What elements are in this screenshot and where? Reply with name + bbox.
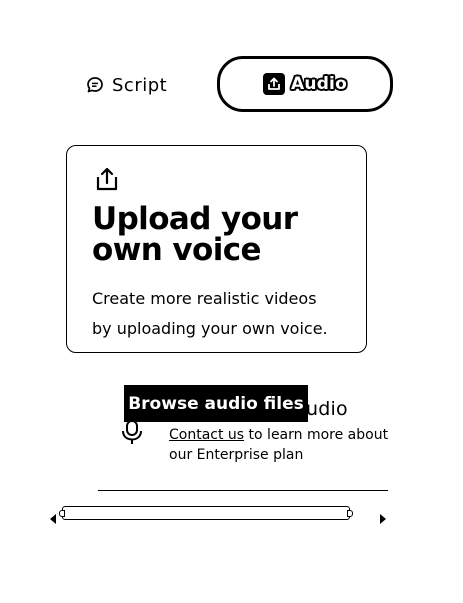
tab-script[interactable]: Script <box>86 70 167 100</box>
scrollbar-thumb[interactable] <box>59 506 353 520</box>
divider <box>98 490 388 491</box>
scroll-left-arrow-icon[interactable] <box>49 509 57 528</box>
browse-audio-files-label: Browse audio files <box>128 393 304 414</box>
enterprise-info: Contact us to learn more about our Enter… <box>169 425 389 465</box>
contact-us-link[interactable]: Contact us <box>169 427 244 443</box>
tab-audio-label: Audio <box>291 74 347 94</box>
tab-script-label: Script <box>112 74 168 96</box>
horizontal-scrollbar[interactable] <box>46 504 390 524</box>
record-audio-title: udio <box>306 398 348 420</box>
upload-card-title: Upload your own voice <box>92 201 298 268</box>
microphone-icon <box>120 419 144 449</box>
browse-audio-files-button[interactable]: Browse audio files <box>124 385 308 422</box>
tab-audio[interactable]: Audio <box>217 56 393 112</box>
upload-voice-card: Upload your own voice Create more realis… <box>66 145 367 353</box>
upload-icon <box>263 73 286 95</box>
chat-bubble-icon <box>86 76 104 94</box>
upload-card-description: Create more realistic videos by uploadin… <box>92 289 328 338</box>
upload-icon <box>92 164 122 198</box>
scroll-right-arrow-icon[interactable] <box>379 509 387 528</box>
